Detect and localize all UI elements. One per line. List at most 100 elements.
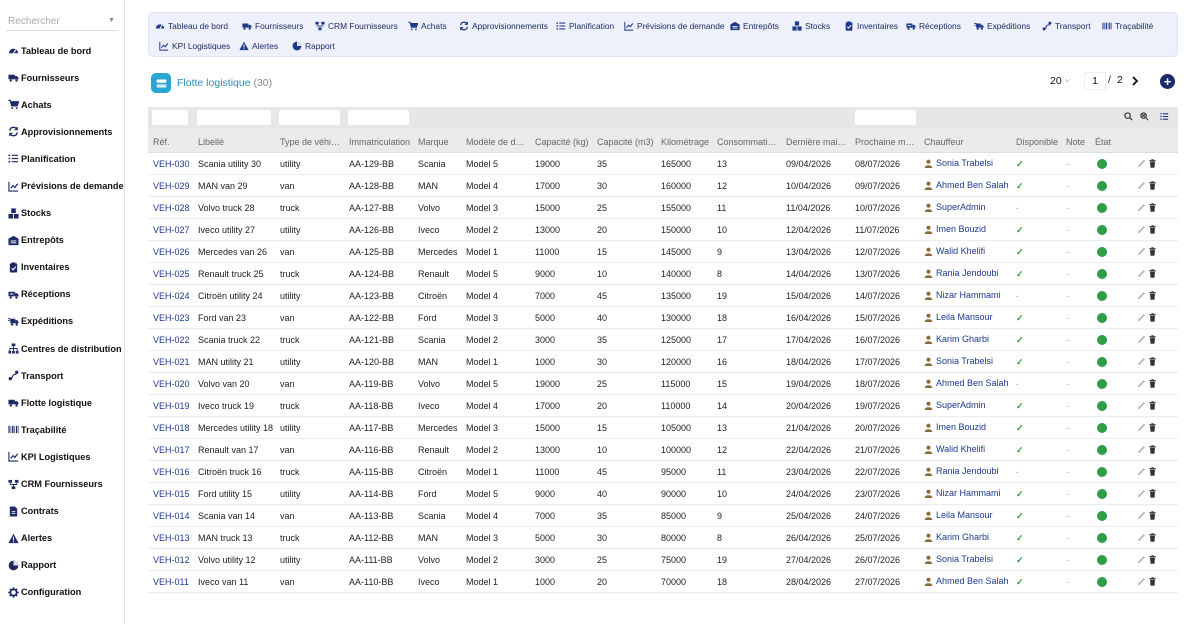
delete-trash-icon[interactable]: [1148, 159, 1157, 168]
sidebar-item-fournisseurs[interactable]: Fournisseurs: [0, 64, 124, 91]
edit-pencil-icon[interactable]: [1137, 489, 1146, 498]
column-header[interactable]: Kilométrage: [661, 137, 715, 147]
vehicle-ref-link[interactable]: VEH-021: [153, 357, 197, 367]
topnav-link-previsions-de-demande[interactable]: Prévisions de demande: [624, 19, 725, 32]
vehicle-ref-link[interactable]: VEH-017: [153, 445, 197, 455]
delete-trash-icon[interactable]: [1148, 181, 1157, 190]
sidebar-search[interactable]: ▼: [6, 11, 118, 31]
column-header[interactable]: Libellé: [198, 137, 278, 147]
sidebar-item-previsions-de-demande[interactable]: Prévisions de demande: [0, 172, 124, 199]
driver-link[interactable]: Rania Jendoubi: [924, 466, 1014, 476]
sidebar-item-kpi-logistiques[interactable]: KPI Logistiques: [0, 443, 124, 470]
table-row[interactable]: VEH-024 Citroën utility 24 utility AA-123-B…: [148, 285, 1178, 307]
table-row[interactable]: VEH-030 Scania utility 30 utility AA-129-BB…: [148, 153, 1178, 175]
edit-pencil-icon[interactable]: [1137, 577, 1146, 586]
edit-pencil-icon[interactable]: [1137, 291, 1146, 300]
column-header[interactable]: Chauffeur: [924, 137, 1014, 147]
topnav-link-receptions[interactable]: Réceptions: [906, 19, 961, 32]
column-header[interactable]: Consommati…: [717, 137, 783, 147]
topnav-link-inventaires[interactable]: Inventaires: [844, 19, 898, 32]
sidebar-item-tableau-de-bord[interactable]: Tableau de bord: [0, 37, 124, 64]
column-header[interactable]: Immatriculation: [349, 137, 417, 147]
edit-pencil-icon[interactable]: [1137, 533, 1146, 542]
column-header[interactable]: Modèle de d…: [466, 137, 532, 147]
driver-link[interactable]: Karim Gharbi: [924, 532, 1014, 542]
table-row[interactable]: VEH-019 Iveco truck 19 truck AA-118-BB Iveco…: [148, 395, 1178, 417]
vehicle-ref-link[interactable]: VEH-018: [153, 423, 197, 433]
sidebar-item-flotte-logistique[interactable]: Flotte logistique: [0, 389, 124, 416]
topnav-link-tracabilite[interactable]: Traçabilité: [1102, 19, 1153, 32]
driver-link[interactable]: Leila Mansour: [924, 312, 1014, 322]
delete-trash-icon[interactable]: [1148, 489, 1157, 498]
driver-link[interactable]: Ahmed Ben Salah: [924, 180, 1014, 190]
driver-link[interactable]: Ahmed Ben Salah: [924, 576, 1014, 586]
delete-trash-icon[interactable]: [1148, 247, 1157, 256]
delete-trash-icon[interactable]: [1148, 291, 1157, 300]
table-row[interactable]: VEH-022 Scania truck 22 truck AA-121-BB Scan…: [148, 329, 1178, 351]
driver-link[interactable]: Imen Bouzid: [924, 224, 1014, 234]
table-row[interactable]: VEH-028 Volvo truck 28 truck AA-127-BB Volvo…: [148, 197, 1178, 219]
topnav-link-achats[interactable]: Achats: [408, 19, 447, 32]
filter-type-input[interactable]: [279, 110, 340, 125]
topnav-link-tableau-de-bord[interactable]: Tableau de bord: [155, 19, 228, 32]
table-row[interactable]: VEH-029 MAN van 29 van AA-128-BB MAN Model 4 1…: [148, 175, 1178, 197]
vehicle-ref-link[interactable]: VEH-027: [153, 225, 197, 235]
vehicle-ref-link[interactable]: VEH-020: [153, 379, 197, 389]
table-row[interactable]: VEH-015 Ford utility 15 utility AA-114-BB Fo…: [148, 483, 1178, 505]
column-header[interactable]: Capacité (kg): [535, 137, 595, 147]
driver-link[interactable]: Sonia Trabelsi: [924, 554, 1014, 564]
column-header[interactable]: État: [1095, 137, 1125, 147]
sidebar-item-transport[interactable]: Transport: [0, 362, 124, 389]
edit-pencil-icon[interactable]: [1137, 225, 1146, 234]
edit-pencil-icon[interactable]: [1137, 335, 1146, 344]
topnav-link-fournisseurs[interactable]: Fournisseurs: [242, 19, 303, 32]
sidebar-item-contrats[interactable]: Contrats: [0, 498, 124, 525]
next-page-button[interactable]: [1130, 72, 1140, 90]
topnav-link-approvisionnements[interactable]: Approvisionnements: [459, 19, 548, 32]
topnav-link-expeditions[interactable]: Expéditions: [974, 19, 1030, 32]
sidebar-item-approvisionnements[interactable]: Approvisionnements: [0, 118, 124, 145]
column-header[interactable]: Dernière mai…: [786, 137, 852, 147]
filter-next-maintenance-input[interactable]: [855, 110, 916, 125]
vehicle-ref-link[interactable]: VEH-025: [153, 269, 197, 279]
edit-pencil-icon[interactable]: [1137, 159, 1146, 168]
vehicle-ref-link[interactable]: VEH-029: [153, 181, 197, 191]
vehicle-ref-link[interactable]: VEH-011: [153, 577, 197, 587]
edit-pencil-icon[interactable]: [1137, 379, 1146, 388]
table-row[interactable]: VEH-026 Mercedes van 26 van AA-125-BB Merced…: [148, 241, 1178, 263]
vehicle-ref-link[interactable]: VEH-030: [153, 159, 197, 169]
delete-trash-icon[interactable]: [1148, 357, 1157, 366]
delete-trash-icon[interactable]: [1148, 335, 1157, 344]
delete-trash-icon[interactable]: [1148, 555, 1157, 564]
columns-list-icon[interactable]: [1160, 112, 1169, 121]
driver-link[interactable]: SuperAdmin: [924, 202, 1014, 212]
driver-link[interactable]: Sonia Trabelsi: [924, 356, 1014, 366]
column-header[interactable]: Réf.: [153, 137, 197, 147]
sidebar-item-inventaires[interactable]: Inventaires: [0, 254, 124, 281]
edit-pencil-icon[interactable]: [1137, 555, 1146, 564]
sidebar-item-crm-fournisseurs[interactable]: CRM Fournisseurs: [0, 471, 124, 498]
table-row[interactable]: VEH-012 Volvo utility 12 utility AA-111-BB V…: [148, 549, 1178, 571]
driver-link[interactable]: Karim Gharbi: [924, 334, 1014, 344]
table-row[interactable]: VEH-018 Mercedes utility 18 utility AA-117-…: [148, 417, 1178, 439]
delete-trash-icon[interactable]: [1148, 225, 1157, 234]
column-header[interactable]: Prochaine m…: [855, 137, 921, 147]
vehicle-ref-link[interactable]: VEH-014: [153, 511, 197, 521]
column-header[interactable]: Type de véhi…: [280, 137, 346, 147]
delete-trash-icon[interactable]: [1148, 511, 1157, 520]
sidebar-item-rapport[interactable]: Rapport: [0, 552, 124, 579]
sidebar-item-expeditions[interactable]: Expéditions: [0, 308, 124, 335]
edit-pencil-icon[interactable]: [1137, 357, 1146, 366]
edit-pencil-icon[interactable]: [1137, 203, 1146, 212]
sidebar-item-stocks[interactable]: Stocks: [0, 200, 124, 227]
topnav-link-stocks[interactable]: Stocks: [792, 19, 830, 32]
driver-link[interactable]: Imen Bouzid: [924, 422, 1014, 432]
sidebar-item-alertes[interactable]: Alertes: [0, 525, 124, 552]
edit-pencil-icon[interactable]: [1137, 445, 1146, 454]
edit-pencil-icon[interactable]: [1137, 247, 1146, 256]
topnav-link-crm-fournisseurs[interactable]: CRM Fournisseurs: [315, 19, 398, 32]
edit-pencil-icon[interactable]: [1137, 423, 1146, 432]
chevron-down-icon[interactable]: ▼: [108, 17, 115, 24]
edit-pencil-icon[interactable]: [1137, 181, 1146, 190]
table-row[interactable]: VEH-023 Ford van 23 van AA-122-BB Ford Model …: [148, 307, 1178, 329]
